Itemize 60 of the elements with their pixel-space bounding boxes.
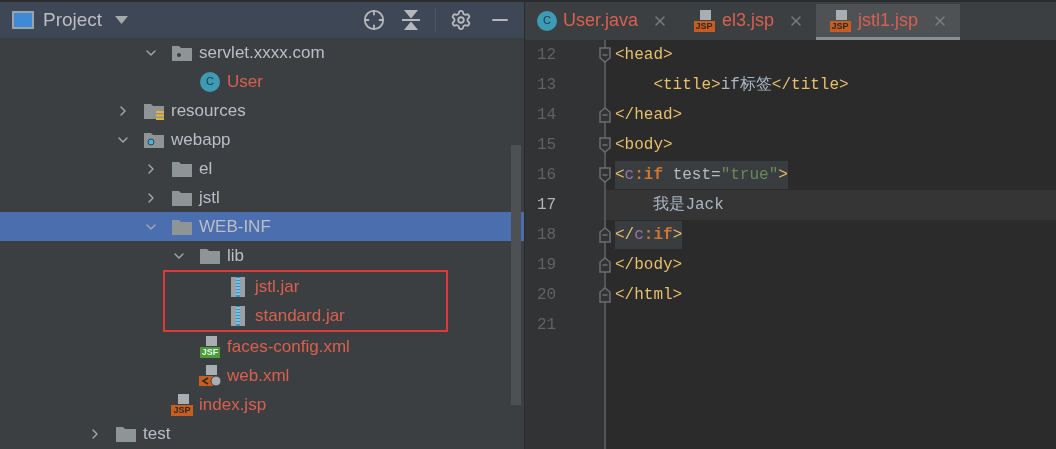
tree-item[interactable]: resources — [0, 96, 524, 125]
code-text: <body> — [615, 135, 673, 156]
editor-tab[interactable]: JSP jstl1.jsp — [816, 4, 961, 40]
tree-item-label: jstl — [199, 186, 220, 209]
tree-item-label: faces-config.xml — [227, 335, 350, 358]
tree-item-label: index.jsp — [199, 393, 267, 416]
tree-item-label: web.xml — [227, 364, 290, 387]
fold-start-icon[interactable] — [599, 167, 611, 183]
tree-item[interactable]: JSF faces-config.xml — [0, 332, 524, 361]
code-text: <c:if test="true"> — [615, 161, 788, 189]
tree-item[interactable]: standard.jar — [165, 301, 446, 330]
tree-item[interactable]: servlet.xxxx.com — [0, 38, 524, 67]
tree-item-label: User — [227, 70, 263, 93]
tree-item[interactable]: JSP index.jsp — [0, 390, 524, 419]
fold-start-icon[interactable] — [599, 47, 611, 63]
class-icon: C — [200, 71, 220, 92]
line-number: 17 — [537, 195, 557, 216]
tree-item-label: servlet.xxxx.com — [199, 41, 325, 64]
tree-item[interactable]: test — [0, 419, 524, 448]
code-text: </head> — [615, 105, 683, 126]
tree-item-label: WEB-INF — [199, 215, 271, 238]
editor-tab[interactable]: C User.java — [525, 4, 681, 40]
collapse-all-icon[interactable] — [401, 10, 421, 30]
xml-file-icon — [198, 364, 222, 387]
tree-item[interactable]: WEB-INF — [0, 212, 524, 241]
dropdown-caret-icon[interactable] — [115, 16, 129, 24]
code-text: </c:if> — [615, 221, 683, 249]
scrollbar[interactable] — [511, 145, 521, 405]
tree-item[interactable]: lib — [0, 241, 524, 270]
tree-item[interactable]: jstl.jar — [165, 272, 446, 301]
archive-icon — [230, 275, 246, 298]
tree-item-label: lib — [227, 244, 244, 267]
code-text: 我是Jack — [652, 195, 724, 216]
tree-item-label: standard.jar — [255, 304, 345, 327]
fold-start-icon[interactable] — [599, 137, 611, 153]
tree-item-label: resources — [171, 99, 246, 122]
class-icon: C — [537, 10, 557, 31]
fold-end-icon[interactable] — [599, 107, 611, 123]
locate-icon[interactable] — [363, 9, 385, 31]
settings-icon[interactable] — [450, 9, 472, 31]
editor-tab[interactable]: JSP el3.jsp — [680, 4, 817, 40]
tree-item[interactable]: C User — [0, 67, 524, 96]
fold-end-icon[interactable] — [599, 257, 611, 273]
fold-end-icon[interactable] — [599, 227, 611, 243]
tree-item[interactable]: web.xml — [0, 361, 524, 390]
code-text: </html> — [615, 285, 683, 306]
tree-item-label: jstl.jar — [255, 275, 300, 298]
tree-item[interactable]: el — [0, 154, 524, 183]
window-icon — [12, 11, 34, 29]
code-text: </body> — [615, 255, 683, 276]
fold-end-icon[interactable] — [599, 287, 611, 303]
tree-item[interactable]: webapp — [0, 125, 524, 154]
tree-item-label: test — [143, 422, 171, 445]
tree-item[interactable]: jstl — [0, 183, 524, 212]
tree-item-label: webapp — [171, 128, 231, 151]
archive-icon — [230, 304, 246, 327]
code-text: <title>if标签</title> — [652, 75, 849, 96]
code-text: <head> — [615, 45, 673, 66]
tree-item-label: el — [199, 157, 213, 180]
panel-title[interactable]: Project — [43, 5, 103, 35]
